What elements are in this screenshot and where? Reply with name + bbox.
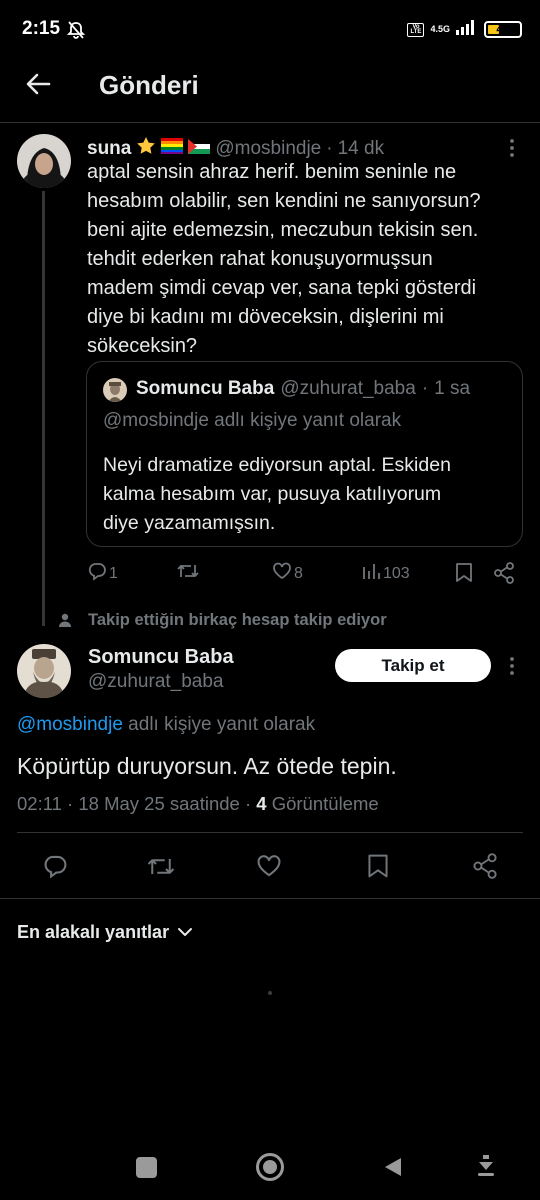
volte-icon: Vo LTE bbox=[407, 22, 425, 37]
reply-button[interactable]: 1 bbox=[87, 561, 118, 586]
like-button[interactable] bbox=[256, 853, 282, 884]
signal-icon bbox=[456, 19, 478, 40]
like-count: 8 bbox=[294, 564, 303, 582]
quote-text-line: diye yazamamışsın. bbox=[103, 512, 276, 534]
reply-button[interactable] bbox=[42, 853, 68, 884]
meta-divider bbox=[17, 832, 523, 833]
tweet-text-line: aptal sensin ahraz herif. benim seninle … bbox=[87, 161, 457, 183]
tweet-meta: 02:11 · 18 May 25 saatinde · 4 Görüntüle… bbox=[17, 793, 379, 815]
status-indicators: Vo LTE 4.5G 44 bbox=[407, 19, 522, 40]
tweet-text-line: tehdit ederken rahat konuşuyormuşsun bbox=[87, 248, 433, 270]
separator-dot: · bbox=[326, 138, 333, 159]
quote-author-name: Somuncu Baba bbox=[136, 378, 275, 399]
nav-download-icon[interactable] bbox=[476, 1154, 496, 1185]
network-type: 4.5G bbox=[430, 24, 450, 34]
bookmark-icon[interactable] bbox=[455, 562, 473, 588]
replies-sort-label: En alakalı yanıtlar bbox=[17, 922, 170, 942]
nav-back-icon[interactable] bbox=[383, 1156, 403, 1183]
quote-avatar bbox=[103, 378, 127, 402]
actions-divider bbox=[0, 898, 540, 899]
bookmark-button[interactable] bbox=[367, 853, 389, 884]
view-label: Görüntüleme bbox=[271, 793, 379, 814]
tweet-timestamp: 02:11 · 18 May 25 saatinde · bbox=[17, 793, 252, 814]
battery-icon: 44 bbox=[484, 21, 522, 38]
tweet-text-line: madem şimdi cevap ver, sana tepki göster… bbox=[87, 277, 477, 299]
author-name[interactable]: suna bbox=[87, 138, 131, 160]
share-icon[interactable] bbox=[493, 562, 515, 589]
retweet-button[interactable] bbox=[176, 561, 200, 586]
more-options-icon[interactable] bbox=[506, 656, 518, 681]
quote-time: 1 sa bbox=[434, 378, 471, 399]
reply-to-handle[interactable]: @mosbindje bbox=[17, 714, 123, 735]
retweet-button[interactable] bbox=[146, 854, 176, 884]
avatar-suna[interactable] bbox=[17, 134, 71, 188]
thread-line bbox=[42, 191, 45, 626]
share-button[interactable] bbox=[472, 853, 498, 884]
views-count: 103 bbox=[383, 564, 410, 582]
avatar-somuncu-baba[interactable] bbox=[17, 644, 71, 698]
mute-icon bbox=[66, 20, 86, 45]
quote-header: Somuncu Baba @zuhurat_baba · 1 sa bbox=[136, 378, 470, 400]
quote-body: Neyi dramatize ediyorsun aptal. Eskiden … bbox=[103, 451, 513, 538]
header-divider bbox=[0, 122, 540, 123]
social-context: Takip ettiğin birkaç hesap takip ediyor bbox=[88, 611, 387, 629]
retweet-icon bbox=[176, 561, 200, 586]
quoted-tweet[interactable]: Somuncu Baba @zuhurat_baba · 1 sa @mosbi… bbox=[86, 361, 523, 547]
nav-recent-apps-icon[interactable] bbox=[136, 1157, 157, 1178]
separator-dot: · bbox=[421, 378, 429, 399]
chevron-down-icon bbox=[177, 922, 193, 943]
reply-count: 1 bbox=[109, 564, 118, 582]
loading-dot bbox=[268, 991, 272, 995]
main-tweet-text: Köpürtüp duruyorsun. Az ötede tepin. bbox=[17, 753, 397, 779]
follow-button[interactable]: Takip et bbox=[335, 649, 491, 682]
reply-to-suffix: adlı kişiye yanıt olarak bbox=[122, 714, 316, 735]
status-time: 2:15 bbox=[22, 18, 61, 39]
back-arrow-icon[interactable] bbox=[24, 70, 52, 103]
tweet-time: 14 dk bbox=[337, 138, 385, 159]
reply-icon bbox=[87, 561, 107, 586]
replies-sort-dropdown[interactable]: En alakalı yanıtlar bbox=[17, 922, 193, 943]
palestine-flag-icon bbox=[188, 138, 211, 160]
views-button[interactable]: 103 bbox=[361, 561, 410, 586]
quote-reply-context: @mosbindje adlı kişiye yanıt olarak bbox=[103, 410, 402, 431]
quote-text-line: kalma hesabım var, pusuya katılıyorum bbox=[103, 483, 442, 505]
main-author-handle[interactable]: @zuhurat_baba bbox=[88, 671, 224, 693]
battery-text: 44 bbox=[496, 22, 510, 36]
tweet-body: aptal sensin ahraz herif. benim seninle … bbox=[87, 158, 527, 361]
tweet-text-line: beni ajite edemezsin, meczubun tekisin s… bbox=[87, 219, 479, 241]
reply-context: @mosbindje adlı kişiye yanıt olarak bbox=[17, 714, 315, 736]
nav-home-icon[interactable] bbox=[256, 1153, 284, 1181]
heart-icon bbox=[272, 561, 292, 586]
views-icon bbox=[361, 561, 381, 586]
person-icon bbox=[57, 612, 73, 633]
quote-text-line: Neyi dramatize ediyorsun aptal. Eskiden bbox=[103, 454, 451, 476]
quote-author-handle: @zuhurat_baba bbox=[280, 378, 416, 399]
author-handle[interactable]: @mosbindje bbox=[215, 138, 321, 160]
tweet-text-line: diye bi kadını mı döveceksin, dişlerini … bbox=[87, 306, 444, 328]
like-button[interactable]: 8 bbox=[272, 561, 303, 586]
tweet-text-line: hesabım olabilir, sen kendini ne sanıyor… bbox=[87, 190, 481, 212]
main-author-name[interactable]: Somuncu Baba bbox=[88, 646, 234, 669]
page-title: Gönderi bbox=[99, 70, 199, 100]
tweet-text-line: sökeceksin? bbox=[87, 335, 198, 357]
rainbow-flag-icon bbox=[161, 138, 184, 160]
view-count: 4 bbox=[256, 793, 267, 814]
